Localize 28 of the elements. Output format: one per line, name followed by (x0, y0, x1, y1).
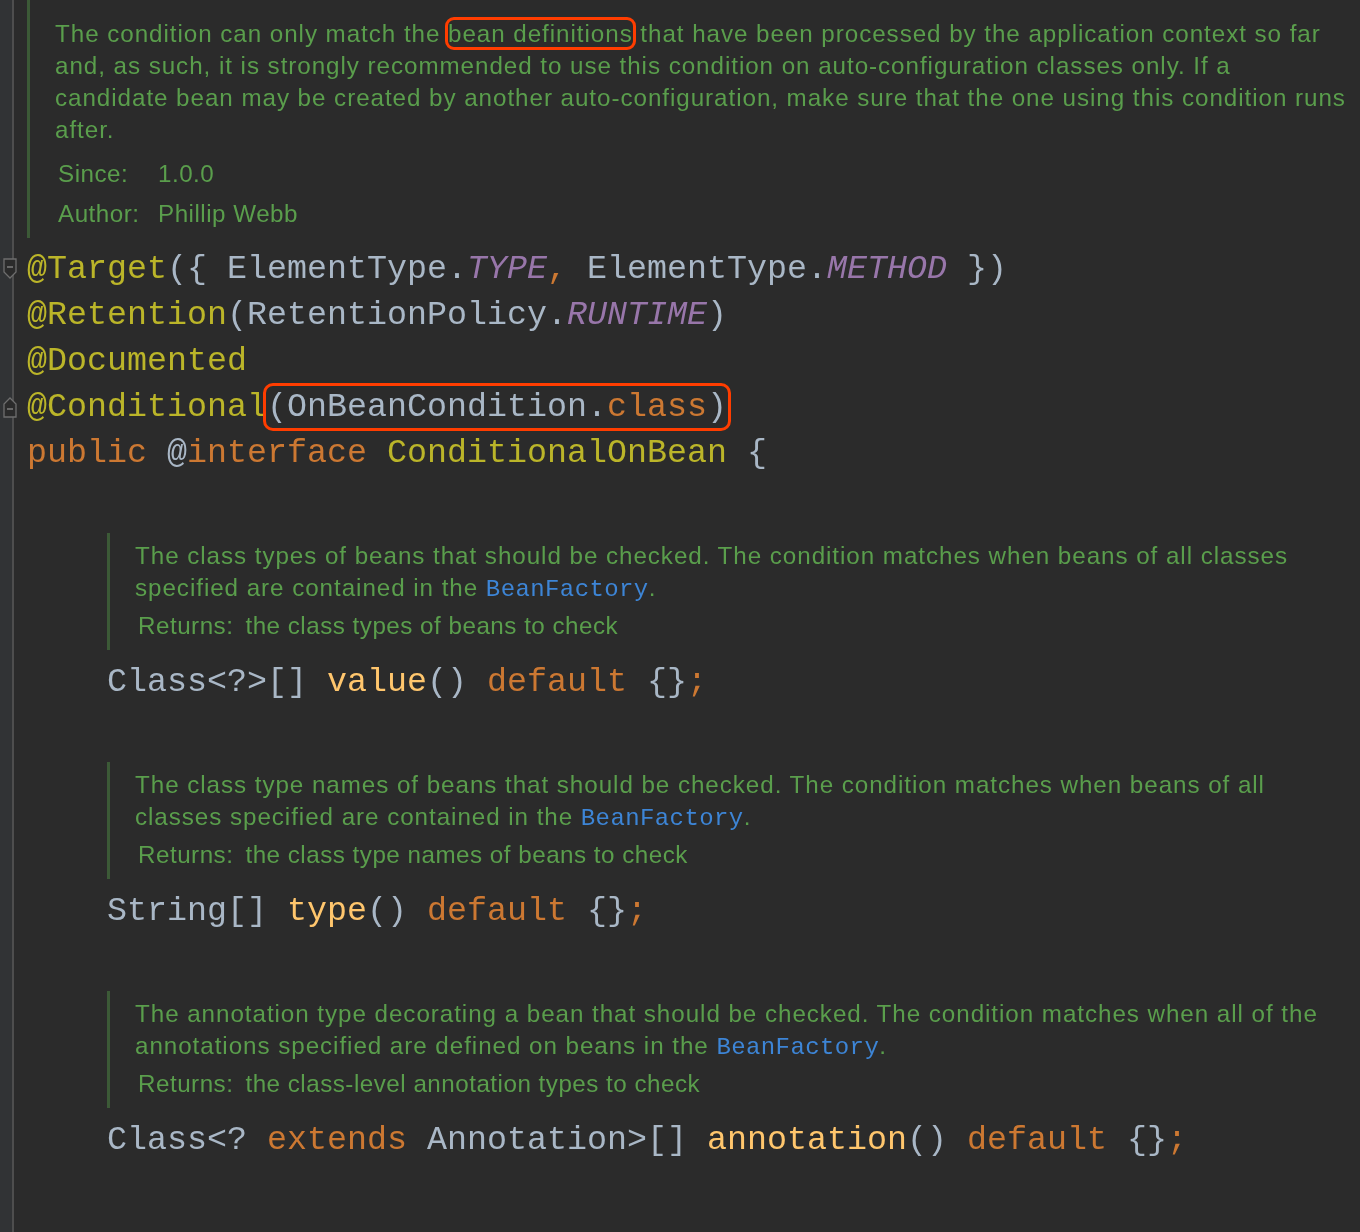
link[interactable]: BeanFactory (580, 805, 744, 832)
doc-tag-label: Returns: (138, 840, 234, 870)
doc-tag-label: Returns: (138, 1069, 234, 1099)
doc-tag-label: Author: (58, 199, 141, 229)
code-text: Class<?>[] value() default {}; (107, 662, 708, 702)
code-text: @Documented (27, 341, 247, 381)
doc-tag-label: Returns: (138, 611, 234, 641)
doc-comment-text: The annotation type decorating a bean that should be checked. The condition matches when all of the annotations specified are defined on beans in the BeanFactory. (135, 999, 1319, 1063)
code-text: @Conditional (27, 387, 267, 427)
doc-tag-value: the class type names of beans to check (245, 840, 688, 870)
link[interactable]: BeanFactory (716, 1034, 880, 1061)
doc-comment-text: The class types of beans that should be checked. The condition matches when beans of all classes specified are contained in the BeanFactory. (135, 541, 1289, 605)
doc-tag-value: Phillip Webb (158, 199, 298, 229)
doc-tag-label: Since: (58, 159, 130, 189)
code-text: Class<? extends Annotation>[] annotation() default {}; (107, 1120, 1188, 1160)
link[interactable]: BeanFactory (485, 576, 649, 603)
doc-tag-value: the class types of beans to check (245, 611, 619, 641)
doc-comment-text: The class type names of beans that should be checked. The condition matches when beans of all classes specified are contained in the BeanFactory. (135, 770, 1266, 834)
highlight-box: bean definitions (448, 20, 633, 47)
doc-tag-value: the class-level annotation types to check (245, 1069, 701, 1099)
fold-marker-icon[interactable] (3, 396, 17, 418)
code-text: String[] type() default {}; (107, 891, 648, 931)
fold-marker-icon[interactable] (3, 258, 17, 280)
code-text: @Retention(RetentionPolicy.RUNTIME) (27, 295, 728, 335)
doc-tag-value: 1.0.0 (158, 159, 215, 189)
code-text: @Target({ ElementType.TYPE, ElementType.METHOD }) (27, 249, 1008, 289)
code-text: public @interface ConditionalOnBean { (27, 433, 768, 473)
doc-comment-text: The condition can only match the bean definitions that have been processed by the application context so far and, as such, it is strongly recommended to use this condition on auto-configuration classes only. If a candidate bean may be created by another auto-configuration, make sure that the one using this condition runs after. (55, 18, 1346, 146)
